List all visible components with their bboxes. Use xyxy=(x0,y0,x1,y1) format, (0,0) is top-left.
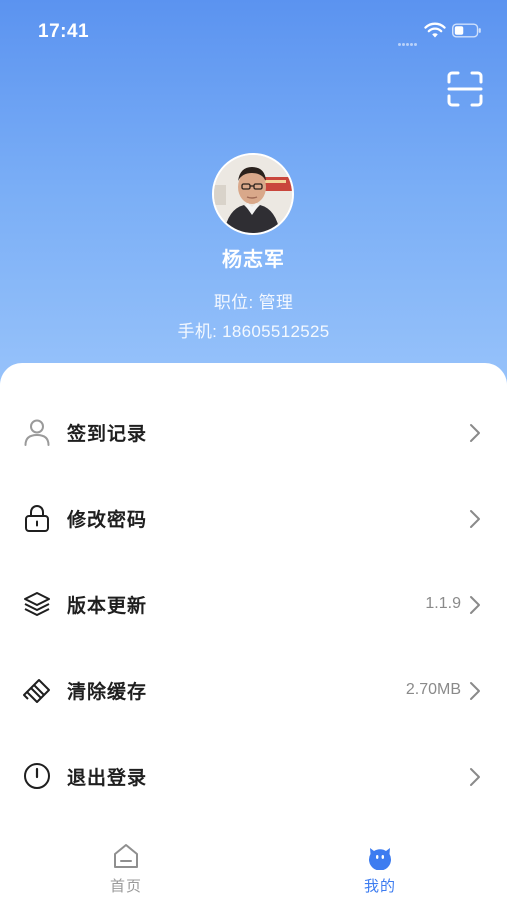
cache-size-value: 2.70MB xyxy=(405,681,461,698)
avatar[interactable] xyxy=(212,153,294,235)
chevron-right-icon xyxy=(470,682,480,700)
tab-bar: 首页 我的 xyxy=(0,835,507,900)
status-time: 17:41 xyxy=(38,21,90,42)
menu-item-logout[interactable]: 退出登录 xyxy=(0,742,507,812)
tab-home-label: 首页 xyxy=(109,878,142,895)
chevron-right-icon xyxy=(470,768,480,786)
wifi-icon xyxy=(424,22,446,38)
tab-mine[interactable]: 我的 xyxy=(320,835,440,900)
chevron-right-icon xyxy=(470,510,480,528)
menu-label: 版本更新 xyxy=(67,596,148,617)
layers-icon xyxy=(24,592,50,616)
menu-item-change-password[interactable]: 修改密码 xyxy=(0,484,507,554)
chevron-right-icon xyxy=(470,424,480,442)
menu-item-checkin-records[interactable]: 签到记录 xyxy=(0,398,507,468)
menu-item-version-update[interactable]: 版本更新 1.1.9 xyxy=(0,570,507,640)
version-value: 1.1.9 xyxy=(425,595,461,612)
user-phone: 手机: 18605512525 xyxy=(177,322,330,341)
tab-home[interactable]: 首页 xyxy=(66,835,186,900)
lock-icon xyxy=(25,505,49,532)
user-position: 职位: 管理 xyxy=(213,293,294,312)
signal-icon xyxy=(398,33,420,46)
menu-label: 退出登录 xyxy=(67,768,148,789)
mine-icon xyxy=(369,848,391,870)
home-icon xyxy=(114,844,138,868)
avatar-photo xyxy=(214,155,292,233)
menu-label: 清除缓存 xyxy=(67,682,148,703)
menu-item-clear-cache[interactable]: 清除缓存 2.70MB xyxy=(0,656,507,726)
battery-icon xyxy=(452,23,481,38)
user-icon xyxy=(24,419,50,446)
tab-mine-label: 我的 xyxy=(363,878,396,895)
chevron-right-icon xyxy=(470,596,480,614)
profile-header: 17:41 杨志军 职位: 管理 手机: 18605512525 xyxy=(0,0,507,420)
menu-label: 修改密码 xyxy=(67,510,148,531)
status-bar: 17:41 xyxy=(0,0,507,64)
settings-card: 签到记录 修改密码 版本更新 1.1.9 清除缓存 2.70MB 退出登录 xyxy=(0,363,507,900)
scan-icon[interactable] xyxy=(446,70,484,108)
user-name: 杨志军 xyxy=(222,249,285,271)
eraser-icon xyxy=(23,679,50,703)
menu-label: 签到记录 xyxy=(67,424,148,445)
power-icon xyxy=(24,763,50,789)
